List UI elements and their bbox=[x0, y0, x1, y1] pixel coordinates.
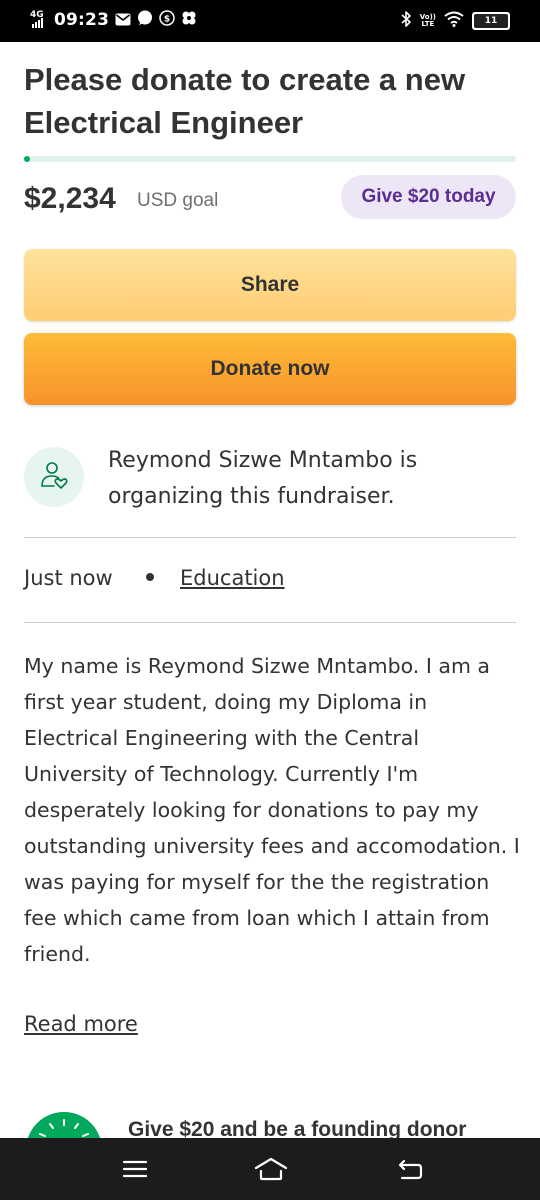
story-text: My name is Reymond Sizwe Mntambo. I am a… bbox=[24, 654, 520, 966]
chat-icon bbox=[137, 10, 153, 30]
menu-icon[interactable] bbox=[120, 1155, 150, 1183]
volte-icon: Vo)) LTE bbox=[420, 14, 436, 28]
category-link[interactable]: Education bbox=[180, 566, 285, 590]
back-icon[interactable] bbox=[396, 1155, 426, 1183]
goal-label: USD goal bbox=[137, 190, 219, 211]
status-bar-left: 4G 09:23 $ bbox=[30, 10, 197, 30]
signal-icon: 4G bbox=[30, 10, 48, 30]
founding-donor-badge-icon bbox=[26, 1112, 102, 1138]
raised-amount: $2,234 bbox=[24, 182, 116, 215]
share-button[interactable]: Share bbox=[24, 249, 516, 321]
created-time: Just now bbox=[24, 566, 113, 590]
bluetooth-icon bbox=[400, 10, 412, 32]
read-more-link[interactable]: Read more bbox=[24, 1012, 138, 1036]
mail-icon bbox=[115, 11, 131, 30]
dollar-circle-icon: $ bbox=[159, 10, 175, 30]
pinwheel-icon bbox=[181, 10, 197, 30]
person-heart-icon bbox=[39, 460, 69, 494]
fundraiser-page: Please donate to create a new Electrical… bbox=[0, 42, 540, 1138]
status-time: 09:23 bbox=[54, 10, 110, 30]
donation-progress-bar bbox=[24, 156, 516, 162]
donate-now-button[interactable]: Donate now bbox=[24, 333, 516, 405]
organizer-avatar bbox=[24, 447, 84, 507]
system-nav-bar bbox=[0, 1138, 540, 1200]
separator-dot bbox=[146, 573, 154, 581]
home-icon[interactable] bbox=[253, 1155, 289, 1183]
volte-bottom: LTE bbox=[421, 20, 435, 28]
status-bar: 4G 09:23 $ Vo)) LTE 11 bbox=[0, 0, 540, 42]
founding-donor-text[interactable]: Give $20 and be a founding donor bbox=[128, 1118, 466, 1138]
status-bar-right: Vo)) LTE 11 bbox=[400, 11, 510, 31]
page-title: Please donate to create a new Electrical… bbox=[24, 62, 466, 140]
divider bbox=[24, 622, 516, 623]
battery-icon: 11 bbox=[472, 12, 510, 30]
wifi-icon bbox=[444, 11, 464, 31]
progress-fill bbox=[24, 156, 30, 162]
divider bbox=[24, 537, 516, 538]
battery-level: 11 bbox=[484, 16, 498, 26]
give-today-button[interactable]: Give $20 today bbox=[341, 175, 516, 219]
organizer-text: Reymond Sizwe Mntambo is organizing this… bbox=[108, 448, 418, 509]
svg-text:$: $ bbox=[164, 15, 170, 25]
